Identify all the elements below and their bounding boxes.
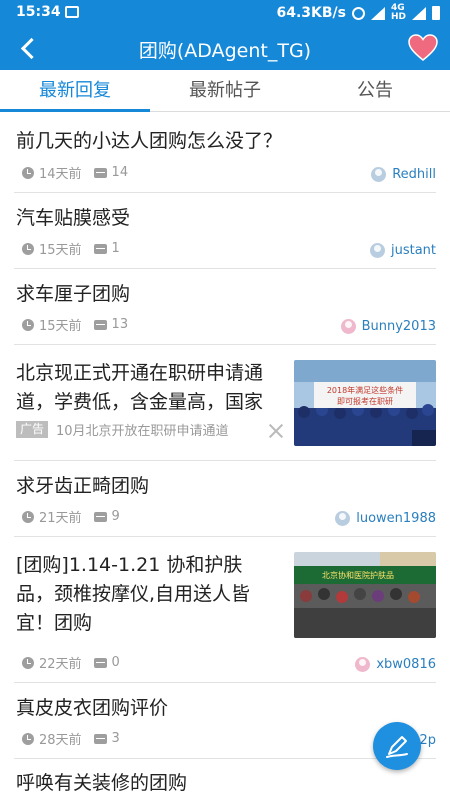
network-speed: 64.3KB/s	[276, 5, 346, 21]
avatar	[355, 657, 371, 672]
post-meta: 15天前 1	[22, 239, 120, 258]
post-author[interactable]: xbw0816	[355, 657, 436, 672]
author-name: luowen1988	[356, 511, 436, 526]
post-comment-count: 13	[111, 317, 129, 332]
post-comment-count: 0	[111, 655, 120, 670]
post-time: 22天前	[39, 657, 82, 672]
network-type-bottom: HD	[390, 12, 406, 22]
list-item[interactable]: 汽车贴膜感受 15天前 1 justant	[14, 193, 436, 269]
post-title: [团购]1.14-1.21 协和护肤品，颈椎按摩仪,自用送人皆宜！团购	[16, 554, 251, 634]
avatar	[340, 319, 356, 334]
post-image: 北京协和医院护肤品	[294, 552, 436, 638]
ad-image-text-2: 即可报考在职研	[337, 396, 393, 406]
signal-icon-2	[412, 6, 426, 20]
clock-icon	[22, 318, 34, 331]
gallery-icon	[65, 6, 79, 18]
ad-tag: 广告	[16, 421, 49, 438]
avatar	[335, 511, 351, 526]
post-time: 28天前	[39, 733, 82, 748]
alarm-icon	[351, 6, 365, 20]
pen-icon	[386, 736, 408, 758]
post-meta: 21天前 9	[22, 507, 120, 526]
close-icon[interactable]	[267, 422, 285, 440]
comment-icon	[93, 657, 107, 668]
post-comment-count: 9	[111, 509, 120, 524]
ad-image: 2018年满足这些条件 即可报考在职研	[294, 360, 436, 446]
signal-icon	[370, 6, 385, 20]
tab-latest-replies[interactable]: 最新回复	[0, 70, 150, 112]
post-author[interactable]: Redhill	[371, 167, 436, 182]
author-name: justant	[390, 243, 436, 258]
ad-image-text-1: 2018年满足这些条件	[327, 385, 403, 395]
ad-item[interactable]: 北京现正式开通在职研申请通道，学费低，含金量高，国家 广告 10月北京开放在职研…	[14, 345, 436, 461]
comment-icon	[93, 243, 107, 254]
post-comment-count: 3	[111, 731, 120, 746]
post-title: 前几天的小达人团购怎么没了？	[16, 130, 283, 152]
post-meta: 22天前 0	[22, 653, 120, 672]
post-time: 14天前	[39, 167, 82, 182]
favorite-heart-icon[interactable]	[408, 34, 438, 62]
post-meta: 15天前 13	[22, 315, 128, 334]
network-type-icon: 4G HD	[391, 4, 406, 22]
compose-button[interactable]	[373, 722, 421, 770]
post-time: 21天前	[39, 511, 82, 526]
comment-icon	[93, 511, 107, 522]
status-time: 15:34	[16, 4, 61, 20]
post-author[interactable]: justant	[369, 243, 436, 258]
battery-icon	[432, 6, 440, 20]
post-title: 求车厘子团购	[16, 283, 131, 305]
clock-icon	[22, 166, 34, 179]
post-author[interactable]: Bunny2013	[340, 319, 436, 334]
ad-meta: 广告 10月北京开放在职研申请通道	[16, 420, 229, 439]
post-title: 呼唤有关装修的团购	[16, 772, 188, 794]
author-name: Bunny2013	[361, 319, 436, 334]
ad-subtitle: 10月北京开放在职研申请通道	[56, 424, 229, 439]
post-title: 汽车贴膜感受	[16, 207, 131, 229]
page-title: 团购(ADAgent_TG)	[138, 40, 312, 62]
avatar	[369, 243, 385, 258]
post-comment-count: 14	[111, 165, 129, 180]
list-item[interactable]: 求牙齿正畸团购 21天前 9 luowen1988	[14, 461, 436, 537]
post-time: 15天前	[39, 243, 82, 258]
comment-icon	[93, 167, 107, 178]
avatar	[371, 167, 387, 182]
tab-latest-posts[interactable]: 最新帖子	[150, 70, 300, 111]
post-author[interactable]: luowen1988	[335, 511, 436, 526]
author-name: Redhill	[392, 167, 436, 182]
post-image-text: 北京协和医院护肤品	[322, 570, 394, 580]
status-bar: 15:34 64.3KB/s 4G HD	[0, 0, 450, 26]
clock-icon	[22, 510, 34, 523]
status-indicators: 64.3KB/s 4G HD	[276, 4, 440, 22]
tab-bar: 最新回复 最新帖子 公告	[0, 70, 450, 112]
clock-icon	[22, 656, 34, 669]
tab-announcements[interactable]: 公告	[300, 70, 450, 111]
list-item[interactable]: 求车厘子团购 15天前 13 Bunny2013	[14, 269, 436, 345]
list-item[interactable]: [团购]1.14-1.21 协和护肤品，颈椎按摩仪,自用送人皆宜！团购 北京协和…	[14, 537, 436, 683]
post-title: 求牙齿正畸团购	[16, 475, 150, 497]
post-meta: 14天前 14	[22, 163, 128, 182]
post-comment-count: 1	[111, 241, 120, 256]
clock-icon	[22, 732, 34, 745]
author-name: 2p	[419, 733, 436, 748]
list-item[interactable]: 前几天的小达人团购怎么没了？ 14天前 14 Redhill	[14, 113, 436, 193]
post-meta: 28天前 3	[22, 729, 120, 748]
list-item[interactable]: 呼唤有关装修的团购	[14, 759, 436, 800]
post-title: 真皮皮衣团购评价	[16, 697, 169, 719]
post-list: 前几天的小达人团购怎么没了？ 14天前 14 Redhill 汽车贴膜感受 15…	[0, 113, 450, 800]
comment-icon	[93, 733, 107, 744]
comment-icon	[93, 319, 107, 330]
author-name: xbw0816	[376, 657, 436, 672]
post-time: 15天前	[39, 319, 82, 334]
ad-title: 北京现正式开通在职研申请通道，学费低，含金量高，国家	[16, 362, 264, 413]
clock-icon	[22, 242, 34, 255]
title-bar: 团购(ADAgent_TG)	[0, 26, 450, 70]
